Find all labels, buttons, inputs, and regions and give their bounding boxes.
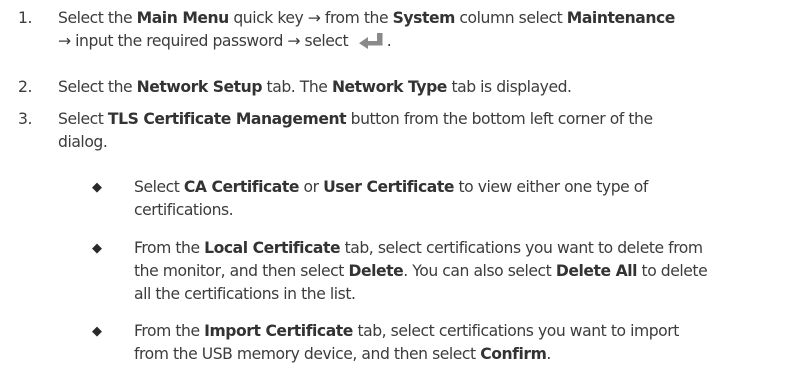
step-text: Select TLS Certificate Management button… <box>58 108 784 154</box>
bold-term: Delete All <box>555 262 638 280</box>
text-run: From the <box>134 239 205 257</box>
instruction-document: 1. Select the Main Menu quick key → from… <box>0 0 789 385</box>
text-run: button from the bottom left corner of th… <box>346 110 653 128</box>
text-run: to view either one type of <box>453 178 648 196</box>
text-run: tab, select certifications you want to i… <box>352 322 679 340</box>
bold-term: Import Certificate <box>204 322 353 340</box>
text-run: . <box>546 345 551 363</box>
text-run: From the <box>134 322 205 340</box>
bullet-text: From the Import Certificate tab, select … <box>134 320 784 366</box>
bold-term: Maintenance <box>566 9 676 27</box>
text-run: dialog. <box>58 133 108 151</box>
diamond-bullet-icon: ◆ <box>92 241 102 256</box>
bold-term: Local Certificate <box>204 239 341 257</box>
text-run: . You can also select <box>403 262 556 280</box>
bold-term: Delete <box>348 262 404 280</box>
text-run: Select the <box>58 9 137 27</box>
step-number: 1. <box>18 9 32 27</box>
enter-key-icon <box>358 33 383 49</box>
bold-term: Network Type <box>331 78 447 96</box>
bold-term: System <box>392 9 456 27</box>
text-run: or <box>299 178 324 196</box>
bold-term: TLS Certificate Management <box>107 110 347 128</box>
bullet-text: From the Local Certificate tab, select c… <box>134 237 784 306</box>
text-run: quick key → from the <box>228 9 393 27</box>
step-text: Select the Network Setup tab. The Networ… <box>58 76 784 99</box>
diamond-bullet-icon: ◆ <box>92 180 102 195</box>
bold-term: User Certificate <box>323 178 454 196</box>
text-run: Select <box>58 110 108 128</box>
text-run: from the USB memory device, and then sel… <box>134 345 481 363</box>
bullet-text: Select CA Certificate or User Certificat… <box>134 176 784 222</box>
bold-term: Confirm <box>480 345 547 363</box>
text-run: tab. The <box>262 78 332 96</box>
text-run: Select the <box>58 78 137 96</box>
text-run: certifications. <box>134 201 234 219</box>
text-run: . <box>386 32 392 50</box>
text-run: Select <box>134 178 184 196</box>
bold-term: Network Setup <box>136 78 263 96</box>
text-run: all the certifications in the list. <box>134 285 356 303</box>
text-run: column select <box>454 9 567 27</box>
text-run: to delete <box>637 262 708 280</box>
text-run: → input the required password → select <box>58 32 349 50</box>
text-run: the monitor, and then select <box>134 262 349 280</box>
bold-term: CA Certificate <box>183 178 300 196</box>
step-number: 3. <box>18 110 32 128</box>
diamond-bullet-icon: ◆ <box>92 324 102 339</box>
step-text: Select the Main Menu quick key → from th… <box>58 7 784 53</box>
text-run: tab, select certifications you want to d… <box>340 239 704 257</box>
bold-term: Main Menu <box>136 9 230 27</box>
text-run: tab is displayed. <box>446 78 572 96</box>
step-number: 2. <box>18 78 32 96</box>
